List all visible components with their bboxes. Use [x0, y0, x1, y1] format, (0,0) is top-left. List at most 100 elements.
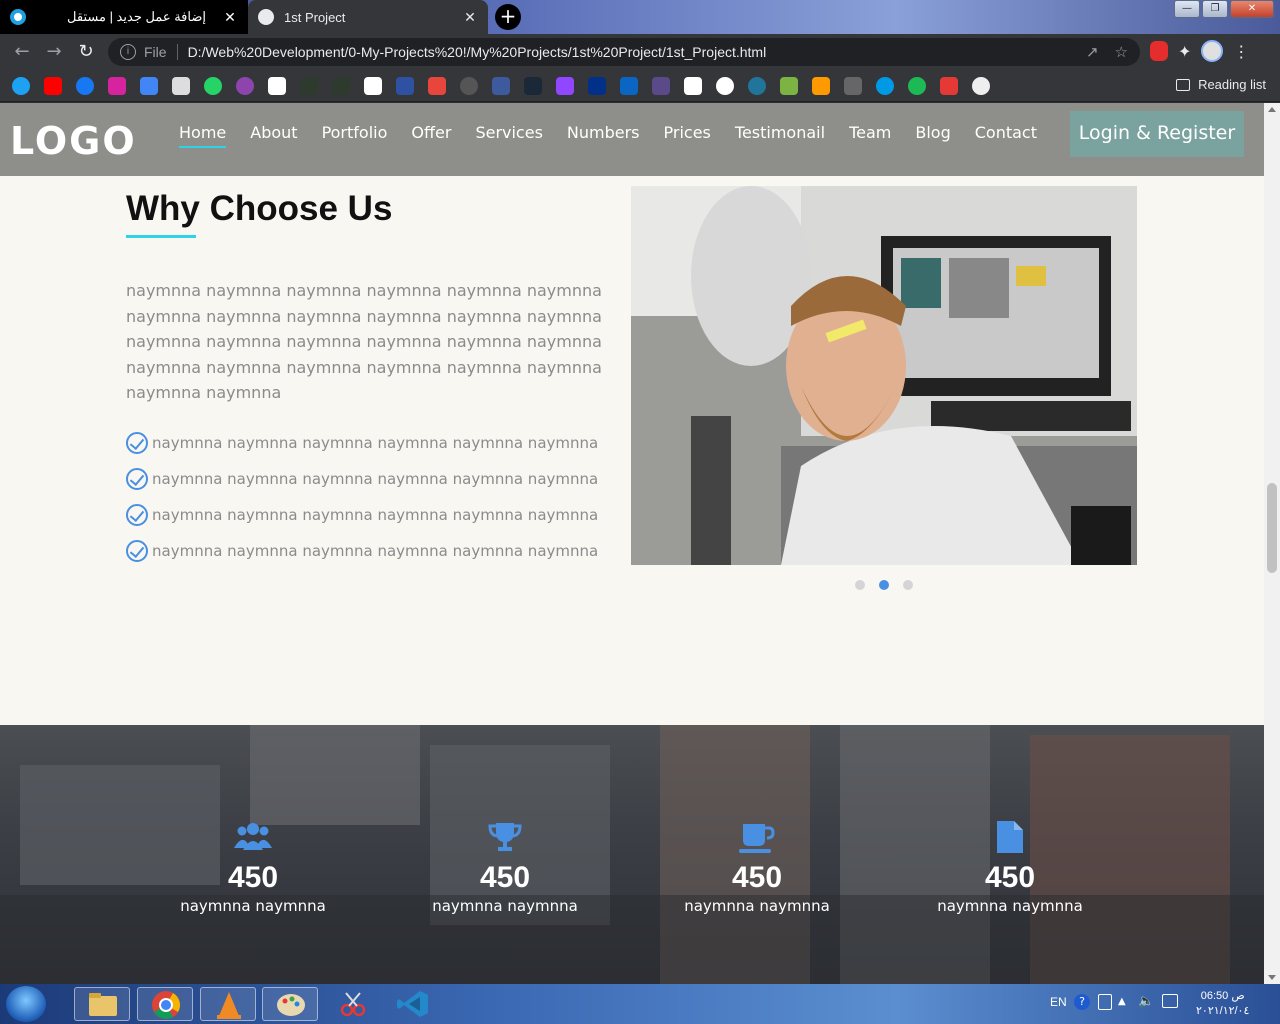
reload-icon[interactable]: ↻: [74, 40, 98, 64]
bookmark-icon[interactable]: [492, 77, 510, 95]
os-taskbar: EN ? ▲ 🔈 06:50 ص ٢٠٢١/١٢/٠٤: [0, 984, 1280, 1024]
system-clock[interactable]: 06:50 ص ٢٠٢١/١٢/٠٤: [1196, 989, 1249, 1019]
check-circle-icon: [126, 540, 148, 562]
linkedin-icon[interactable]: [620, 77, 638, 95]
back-arrow-icon[interactable]: ←: [10, 40, 34, 64]
start-button[interactable]: [6, 986, 46, 1022]
adblock-icon[interactable]: [1150, 41, 1168, 61]
network-icon[interactable]: [1162, 994, 1178, 1008]
facebook-icon[interactable]: [76, 77, 94, 95]
bookmark-icon[interactable]: [780, 77, 798, 95]
nav-prices[interactable]: Prices: [664, 123, 711, 148]
bookmark-icon[interactable]: [876, 77, 894, 95]
bookmark-icon[interactable]: [844, 77, 862, 95]
flag-icon[interactable]: [1098, 994, 1112, 1010]
check-circle-icon: [126, 432, 148, 454]
whatsapp-icon[interactable]: [204, 77, 222, 95]
speaker-icon[interactable]: 🔈: [1138, 994, 1154, 1010]
nav-contact[interactable]: Contact: [975, 123, 1037, 148]
help-icon[interactable]: ?: [1074, 994, 1090, 1010]
twitter-icon[interactable]: [12, 77, 30, 95]
scroll-down-icon[interactable]: [1268, 975, 1276, 980]
twitch-icon[interactable]: [556, 77, 574, 95]
bookmark-icon[interactable]: [908, 77, 926, 95]
page-scrollbar[interactable]: [1264, 103, 1280, 984]
instagram-icon[interactable]: [108, 77, 126, 95]
list-item: naymnna naymnna naymnna naymnna naymnna …: [126, 425, 598, 461]
section-title: Why Choose Us: [126, 189, 393, 228]
reading-list-button[interactable]: Reading list: [1176, 77, 1266, 92]
nav-about[interactable]: About: [250, 123, 297, 148]
bookmark-icon[interactable]: [460, 77, 478, 95]
bookmark-icon[interactable]: [684, 77, 702, 95]
stat-label: naymnna naymnna: [180, 897, 326, 915]
globe-icon[interactable]: [972, 77, 990, 95]
reading-list-icon: [1176, 78, 1191, 91]
google-icon[interactable]: [716, 77, 734, 95]
bookmark-icon[interactable]: [652, 77, 670, 95]
avatar[interactable]: [1201, 40, 1224, 62]
bookmark-icon[interactable]: [940, 77, 958, 95]
snipping-tool-icon[interactable]: [336, 990, 370, 1018]
bookmark-icon[interactable]: [268, 77, 286, 95]
bookmarks-bar: Reading list: [0, 70, 1280, 102]
login-register-button[interactable]: Login & Register: [1070, 111, 1244, 157]
close-window-button[interactable]: ✕: [1230, 0, 1274, 18]
taskbar-chrome[interactable]: [137, 987, 193, 1021]
minimize-button[interactable]: —: [1174, 0, 1200, 18]
maximize-button[interactable]: ❐: [1202, 0, 1228, 18]
youtube-icon[interactable]: [44, 77, 62, 95]
stat-label: naymnna naymnna: [432, 897, 578, 915]
taskbar-explorer[interactable]: [74, 987, 130, 1021]
slider-dot-active[interactable]: [879, 580, 889, 590]
bookmark-icon[interactable]: [300, 77, 318, 95]
slider-dot[interactable]: [903, 580, 913, 590]
nav-offer[interactable]: Offer: [411, 123, 451, 148]
nav-services[interactable]: Services: [475, 123, 542, 148]
nav-team[interactable]: Team: [849, 123, 891, 148]
nav-numbers[interactable]: Numbers: [567, 123, 640, 148]
list-item-text: naymnna naymnna naymnna naymnna naymnna …: [152, 542, 599, 560]
info-icon[interactable]: i: [120, 44, 136, 60]
tab-close-icon[interactable]: ✕: [460, 9, 480, 26]
scroll-up-icon[interactable]: [1268, 107, 1276, 112]
bookmark-star-icon[interactable]: ☆: [1115, 43, 1128, 61]
site-logo[interactable]: LOGO: [10, 119, 137, 163]
tray-expand-icon[interactable]: ▲: [1118, 996, 1126, 1007]
taskbar-vlc[interactable]: [200, 987, 256, 1021]
puzzle-icon[interactable]: ✦: [1178, 42, 1191, 61]
share-icon[interactable]: ↗: [1086, 43, 1099, 61]
language-indicator[interactable]: EN: [1050, 995, 1067, 1009]
bookmark-icon[interactable]: [332, 77, 350, 95]
amazon-icon[interactable]: [812, 77, 830, 95]
vscode-icon[interactable]: [396, 989, 430, 1019]
taskbar-paint[interactable]: [262, 987, 318, 1021]
tab-close-icon[interactable]: ✕: [220, 9, 240, 26]
new-tab-button[interactable]: +: [495, 4, 521, 30]
wix-icon[interactable]: [364, 77, 382, 95]
bookmark-icon[interactable]: [236, 77, 254, 95]
list-item-text: naymnna naymnna naymnna naymnna naymnna …: [152, 470, 599, 488]
translate-icon[interactable]: [140, 77, 158, 95]
divider: [176, 44, 178, 60]
mal-icon[interactable]: [396, 77, 414, 95]
address-bar[interactable]: i File D:/Web%20Development/0-My-Project…: [108, 38, 1140, 66]
bookmark-icon[interactable]: [428, 77, 446, 95]
steam-icon[interactable]: [524, 77, 542, 95]
list-item-text: naymnna naymnna naymnna naymnna naymnna …: [152, 434, 599, 452]
scroll-thumb[interactable]: [1267, 483, 1277, 573]
codepen-icon[interactable]: [172, 77, 190, 95]
forward-arrow-icon[interactable]: →: [42, 40, 66, 64]
nav-testimonial[interactable]: Testimonail: [735, 123, 825, 148]
nav-blog[interactable]: Blog: [915, 123, 950, 148]
slider-dot[interactable]: [855, 580, 865, 590]
url-text[interactable]: D:/Web%20Development/0-My-Projects%20!/M…: [188, 44, 767, 60]
nav-home[interactable]: Home: [179, 123, 227, 148]
office-photo[interactable]: [631, 186, 1137, 565]
tab-mostaql[interactable]: إضافة عمل جديد | مستقل ✕: [0, 0, 248, 34]
nav-portfolio[interactable]: Portfolio: [322, 123, 388, 148]
menu-dots-icon[interactable]: ⋮: [1233, 42, 1249, 61]
paypal-icon[interactable]: [588, 77, 606, 95]
tab-1st-project[interactable]: 1st Project ✕: [248, 0, 488, 34]
wordpress-icon[interactable]: [748, 77, 766, 95]
